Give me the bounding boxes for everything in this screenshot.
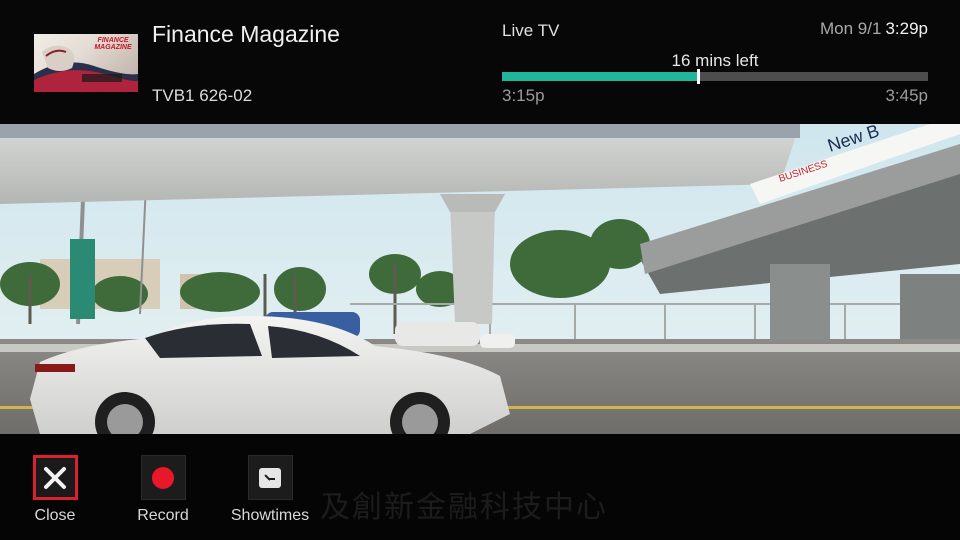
program-title: Finance Magazine <box>152 21 340 47</box>
subtitle-overlay: 及創新金融科技中心 <box>320 490 608 525</box>
showtimes-button[interactable]: Showtimes <box>225 455 315 525</box>
close-label: Close <box>34 507 76 524</box>
progress-fill <box>502 72 698 81</box>
close-button-frame[interactable] <box>32 455 78 500</box>
program-end-time: 3:45p <box>885 86 928 105</box>
time-remaining: 16 mins left <box>671 51 759 70</box>
action-bar: 及創新金融科技中心 Close Record Showtimes <box>0 434 960 540</box>
close-button[interactable]: Close <box>10 455 100 525</box>
video-player[interactable]: BUSINESS New B <box>0 124 960 434</box>
video-frame: BUSINESS New B <box>0 124 960 434</box>
program-progress-bar <box>502 69 928 84</box>
program-thumbnail: FINANCE MAGAZINE <box>34 34 138 92</box>
progress-marker <box>696 69 700 84</box>
record-icon <box>152 466 174 489</box>
channel-number: TVB1 626-02 <box>152 86 253 105</box>
clock-icon <box>259 467 281 488</box>
showtimes-button-frame[interactable] <box>247 455 293 500</box>
live-tv-label: Live TV <box>502 21 560 40</box>
record-label: Record <box>137 507 189 524</box>
record-button[interactable]: Record <box>118 455 208 525</box>
current-date: Mon 9/1 <box>820 19 882 38</box>
close-icon <box>44 466 66 489</box>
program-start-time: 3:15p <box>502 86 545 105</box>
current-time: 3:29p <box>885 19 928 38</box>
showtimes-label: Showtimes <box>230 507 310 524</box>
record-button-frame[interactable] <box>140 455 186 500</box>
current-datetime: Mon 9/1 3:29p <box>820 19 928 39</box>
program-info-banner: FINANCE MAGAZINE Finance Magazine TVB1 6… <box>0 0 960 124</box>
thumbnail-title: FINANCE MAGAZINE <box>94 37 132 51</box>
